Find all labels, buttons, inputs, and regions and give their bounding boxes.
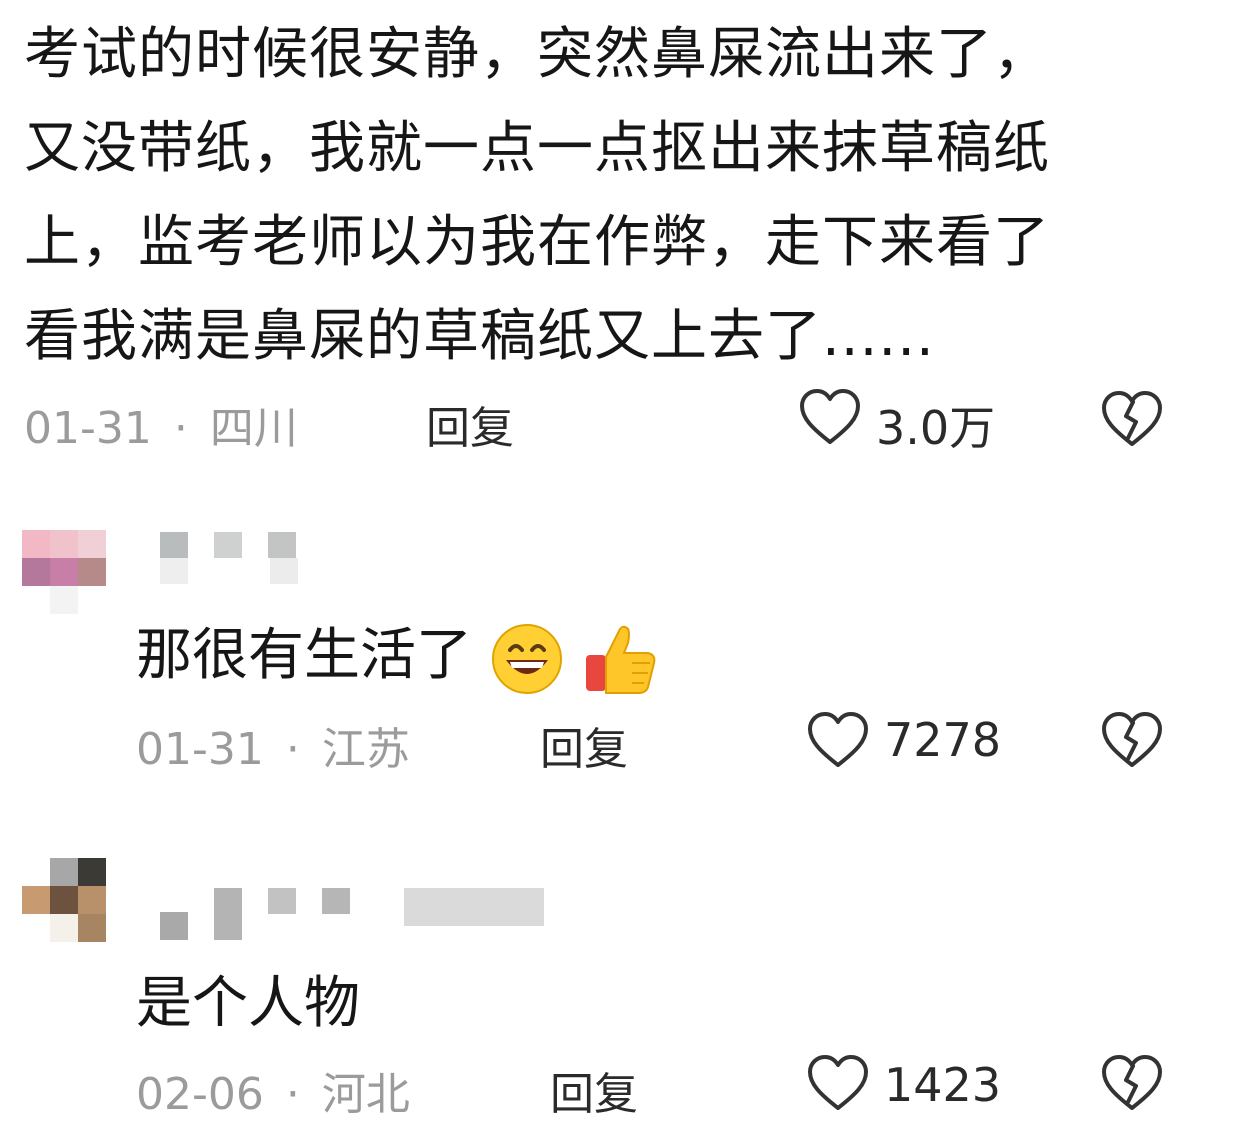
comment-line: 考试的时候很安静，突然鼻屎流出来了， <box>24 22 1050 87</box>
username-blurred[interactable] <box>160 532 296 558</box>
avatar[interactable] <box>22 530 106 614</box>
comment-location: 河北 <box>321 1069 410 1120</box>
main-comment-text: 考试的时候很安静，突然鼻屎流出来了， 又没带纸，我就一点一点抠出来抹草稿纸 上，… <box>24 8 1164 384</box>
username-blur-fragment <box>214 888 242 940</box>
comment-location: 四川 <box>209 403 298 454</box>
meta-separator: · <box>285 724 300 775</box>
reply-text: 是个人物 <box>136 971 360 1036</box>
like-count: 1423 <box>884 1058 1002 1112</box>
username-blurred[interactable] <box>404 888 544 926</box>
reply-meta: 01-31 · 江苏 <box>136 713 410 777</box>
broken-heart-icon[interactable] <box>1100 390 1164 450</box>
comment-line: 上，监考老师以为我在作弊，走下来看了 <box>24 210 1050 275</box>
heart-outline-icon[interactable] <box>798 388 862 448</box>
reply-comment: 那很有生活了 <box>136 610 662 699</box>
reply-button[interactable]: 回复 <box>426 392 514 456</box>
heart-outline-icon[interactable] <box>806 711 870 771</box>
broken-heart-icon[interactable] <box>1100 1054 1164 1114</box>
comment-line: 又没带纸，我就一点一点抠出来抹草稿纸 <box>24 116 1050 181</box>
meta-separator: · <box>285 1069 300 1120</box>
meta-separator: · <box>173 403 188 454</box>
username-blur-fragment <box>322 888 350 914</box>
heart-outline-icon[interactable] <box>806 1054 870 1114</box>
reply-meta: 02-06 · 河北 <box>136 1058 410 1122</box>
avatar[interactable] <box>22 858 106 942</box>
broken-heart-icon[interactable] <box>1100 711 1164 771</box>
comment-date: 01-31 <box>136 724 264 775</box>
reply-text: 那很有生活了 <box>136 623 472 688</box>
reply-button[interactable]: 回复 <box>540 713 628 777</box>
username-blur-fragment <box>268 888 296 914</box>
comment-date: 01-31 <box>24 403 152 454</box>
reply-button[interactable]: 回复 <box>550 1058 638 1122</box>
comment-date: 02-06 <box>136 1069 264 1120</box>
username-blur-fragment <box>270 558 298 584</box>
comment-line: 看我满是鼻屎的草稿纸又上去了...... <box>24 304 935 369</box>
thumbs-up-icon <box>585 625 655 694</box>
username-blur-fragment <box>160 912 188 940</box>
like-count: 3.0万 <box>876 401 996 455</box>
comment-location: 江苏 <box>321 724 410 775</box>
grinning-face-icon <box>491 623 562 694</box>
username-blur-fragment <box>160 558 188 584</box>
like-count: 7278 <box>884 713 1002 767</box>
main-comment-meta: 01-31 · 四川 <box>24 392 298 456</box>
